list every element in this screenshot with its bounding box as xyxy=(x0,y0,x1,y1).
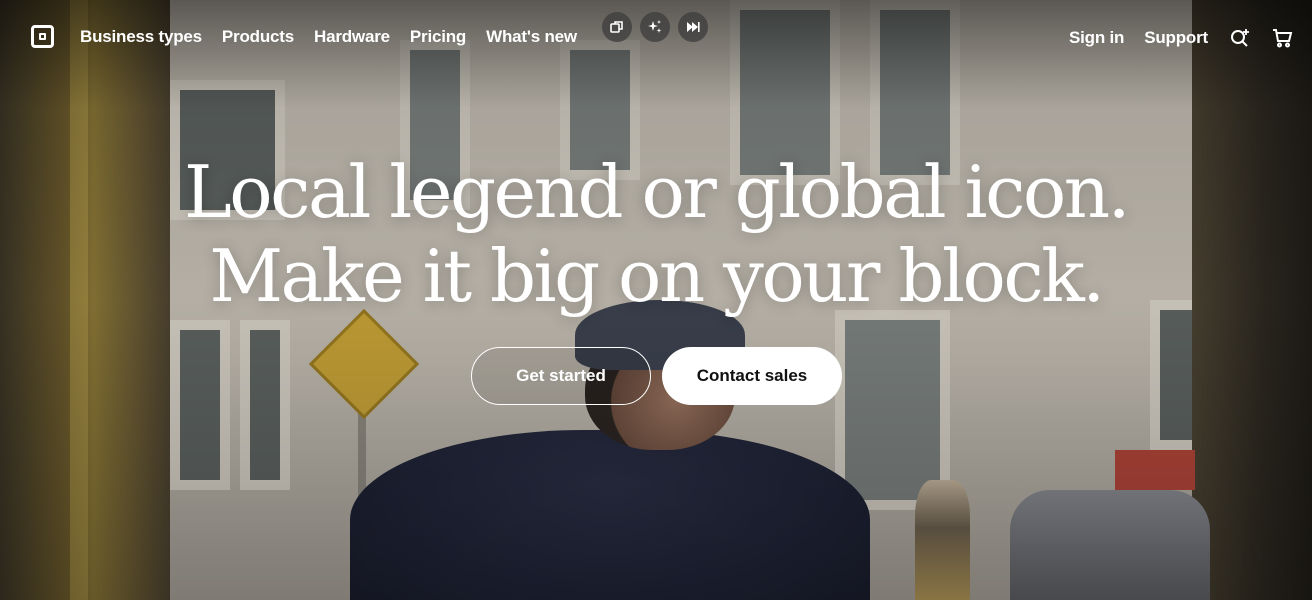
top-navigation: Business types Products Hardware Pricing… xyxy=(0,0,1312,74)
skip-forward-icon[interactable] xyxy=(678,12,708,42)
secondary-nav: Sign in Support xyxy=(1069,26,1312,50)
headline-line-2: Make it big on your block. xyxy=(209,234,1105,318)
hero-section: Business types Products Hardware Pricing… xyxy=(0,0,1312,600)
cart-icon[interactable] xyxy=(1270,26,1294,50)
media-controls xyxy=(602,12,708,42)
square-logo-icon[interactable] xyxy=(31,25,54,48)
picture-in-picture-icon[interactable] xyxy=(602,12,632,42)
nav-link-products[interactable]: Products xyxy=(222,27,294,47)
nav-link-hardware[interactable]: Hardware xyxy=(314,27,390,47)
search-sparkle-icon[interactable] xyxy=(1228,26,1252,50)
nav-link-business-types[interactable]: Business types xyxy=(80,27,202,47)
nav-link-whats-new[interactable]: What's new xyxy=(486,27,577,47)
sparkle-icon[interactable] xyxy=(640,12,670,42)
sign-in-link[interactable]: Sign in xyxy=(1069,28,1124,48)
cta-row: Get started Contact sales xyxy=(471,347,842,405)
get-started-button[interactable]: Get started xyxy=(471,347,651,405)
hero-headline: Local legend or global icon. Make it big… xyxy=(0,150,1312,318)
contact-sales-button[interactable]: Contact sales xyxy=(662,347,842,405)
primary-nav-links: Business types Products Hardware Pricing… xyxy=(80,27,597,47)
headline-line-1: Local legend or global icon. xyxy=(183,150,1131,234)
support-link[interactable]: Support xyxy=(1144,28,1208,48)
nav-link-pricing[interactable]: Pricing xyxy=(410,27,466,47)
